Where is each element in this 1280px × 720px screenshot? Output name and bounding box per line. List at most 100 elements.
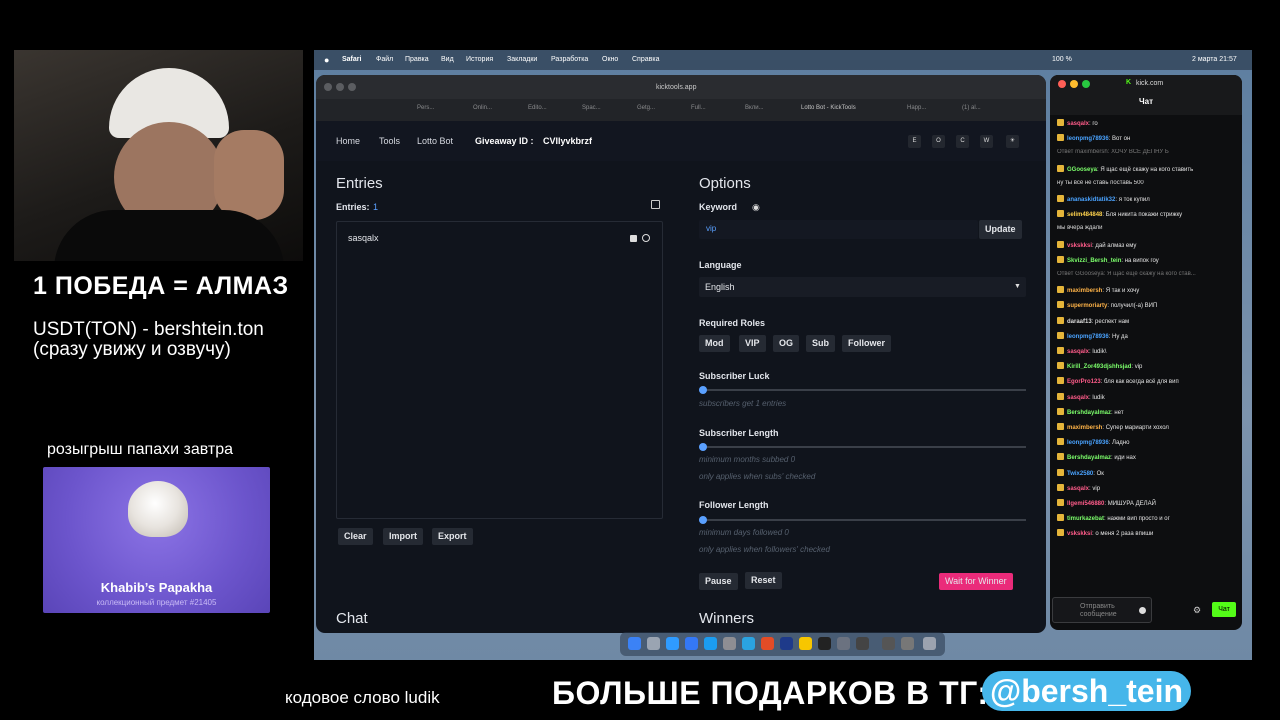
chat-username[interactable]: supermoriarty: [1067, 303, 1107, 309]
language-select[interactable]: [699, 277, 1026, 297]
close-window-button[interactable]: [324, 83, 332, 91]
slider-knob[interactable]: [699, 386, 707, 394]
reset-button[interactable]: Reset: [745, 572, 782, 589]
chat-username[interactable]: sasqalx: [1067, 486, 1089, 492]
chat-username[interactable]: maximbersh: [1067, 425, 1102, 431]
chat-username[interactable]: vskskksi: [1067, 531, 1092, 537]
nav-button-w[interactable]: W: [980, 135, 993, 148]
theme-toggle-icon[interactable]: ☀: [1006, 135, 1019, 148]
chat-username[interactable]: Bershdayalmaz: [1067, 410, 1111, 416]
chat-username[interactable]: maximbersh: [1067, 288, 1102, 294]
tab-9[interactable]: Happ...: [907, 105, 926, 111]
minimize-window-button[interactable]: [1070, 80, 1078, 88]
emoji-icon[interactable]: [1139, 607, 1146, 614]
chat-username[interactable]: sasqalx: [1067, 349, 1089, 355]
menu-edit[interactable]: Правка: [405, 56, 429, 63]
copy-icon[interactable]: [651, 200, 660, 209]
follower-length-slider[interactable]: [699, 516, 1026, 524]
activity-monitor-icon[interactable]: [882, 637, 895, 650]
chat-username[interactable]: vskskksi: [1067, 243, 1092, 249]
menu-develop[interactable]: Разработка: [551, 56, 588, 63]
menu-bookmarks[interactable]: Закладки: [507, 56, 537, 63]
chrome-icon[interactable]: [761, 637, 774, 650]
pause-button[interactable]: Pause: [699, 573, 738, 590]
app-store-icon[interactable]: [704, 637, 717, 650]
chat-username[interactable]: leonpmg78936: [1067, 136, 1109, 142]
zoom-window-button[interactable]: [1082, 80, 1090, 88]
chat-username[interactable]: Twix2580: [1067, 471, 1093, 477]
menu-view[interactable]: Вид: [441, 56, 454, 63]
telegram-icon[interactable]: [742, 637, 755, 650]
role-sub-button[interactable]: Sub: [806, 335, 835, 352]
chat-username[interactable]: leonpmg78936: [1067, 440, 1109, 446]
chat-username[interactable]: Kirill_Zor493djshhsjad: [1067, 364, 1131, 370]
chat-username[interactable]: Skvizzi_Bersh_tein: [1067, 258, 1121, 264]
role-follower-button[interactable]: Follower: [842, 335, 892, 352]
chat-username[interactable]: selim484848: [1067, 212, 1102, 218]
chat-input[interactable]: Отправить сообщение: [1052, 597, 1152, 623]
nav-home[interactable]: Home: [336, 136, 360, 146]
slider-knob[interactable]: [699, 443, 707, 451]
entry-ban-icon[interactable]: [642, 234, 650, 242]
minimize-window-button[interactable]: [336, 83, 344, 91]
launchpad-icon[interactable]: [647, 637, 660, 650]
nav-button-e[interactable]: E: [908, 135, 921, 148]
menu-help[interactable]: Справка: [632, 56, 659, 63]
address-bar[interactable]: kicktools.app: [656, 84, 696, 91]
clear-button[interactable]: Clear: [338, 528, 373, 545]
role-mod-button[interactable]: Mod: [699, 335, 730, 352]
menu-history[interactable]: История: [466, 56, 493, 63]
tab-3[interactable]: Edito...: [528, 105, 547, 111]
nav-button-o[interactable]: O: [932, 135, 945, 148]
tab-1[interactable]: Pers...: [417, 105, 434, 111]
app-icon[interactable]: [837, 637, 850, 650]
apple-icon[interactable]: ●: [324, 55, 329, 65]
chat-username[interactable]: daraaf13: [1067, 319, 1092, 325]
obs-icon[interactable]: [856, 637, 869, 650]
chat-username[interactable]: sasqalx: [1067, 395, 1089, 401]
menu-app-name[interactable]: Safari: [342, 56, 361, 63]
battery-status[interactable]: 100 %: [1052, 56, 1072, 63]
clock[interactable]: 2 марта 21:57: [1192, 56, 1237, 63]
nav-button-c[interactable]: C: [956, 135, 969, 148]
tab-6[interactable]: Full...: [691, 105, 706, 111]
settings-icon[interactable]: ⚙: [1193, 605, 1201, 616]
chat-username[interactable]: llgemi546880: [1067, 501, 1104, 507]
slider-knob[interactable]: [699, 516, 707, 524]
nav-tools[interactable]: Tools: [379, 136, 400, 146]
subscriber-luck-slider[interactable]: [699, 386, 1026, 394]
tab-4[interactable]: Spac...: [582, 105, 601, 111]
finder-icon[interactable]: [628, 637, 641, 650]
entry-remove-icon[interactable]: [630, 235, 637, 242]
capcut-icon[interactable]: [818, 637, 831, 650]
menu-file[interactable]: Файл: [376, 56, 393, 63]
tab-10[interactable]: (1) al...: [962, 105, 981, 111]
role-og-button[interactable]: OG: [773, 335, 800, 352]
keyword-input[interactable]: [699, 220, 978, 239]
app-icon[interactable]: [780, 637, 793, 650]
downloads-icon[interactable]: [901, 637, 914, 650]
trash-icon[interactable]: [923, 637, 936, 650]
chat-username[interactable]: Bershdayalmaz: [1067, 455, 1111, 461]
tab-5[interactable]: Getg...: [637, 105, 655, 111]
export-button[interactable]: Export: [432, 528, 473, 545]
chat-username[interactable]: ananaskidtatik32: [1067, 197, 1115, 203]
import-button[interactable]: Import: [383, 528, 423, 545]
close-window-button[interactable]: [1058, 80, 1066, 88]
wait-for-winner-button[interactable]: Wait for Winner: [939, 573, 1013, 590]
role-vip-button[interactable]: VIP: [739, 335, 766, 352]
subscriber-length-slider[interactable]: [699, 443, 1026, 451]
tab-lotto-bot[interactable]: Lotto Bot - KickTools: [801, 105, 856, 111]
chat-username[interactable]: leonpmg78936: [1067, 334, 1109, 340]
send-chat-button[interactable]: Чат: [1212, 602, 1236, 617]
update-button[interactable]: Update: [979, 220, 1022, 239]
mail-icon[interactable]: [685, 637, 698, 650]
app-icon[interactable]: [799, 637, 812, 650]
menu-window[interactable]: Окно: [602, 56, 618, 63]
tab-2[interactable]: Onlin...: [473, 105, 492, 111]
tab-7[interactable]: Вкли...: [745, 105, 764, 111]
system-settings-icon[interactable]: [723, 637, 736, 650]
eye-icon[interactable]: ◉: [752, 202, 760, 213]
chat-username[interactable]: sasqalx: [1067, 121, 1089, 127]
zoom-window-button[interactable]: [348, 83, 356, 91]
